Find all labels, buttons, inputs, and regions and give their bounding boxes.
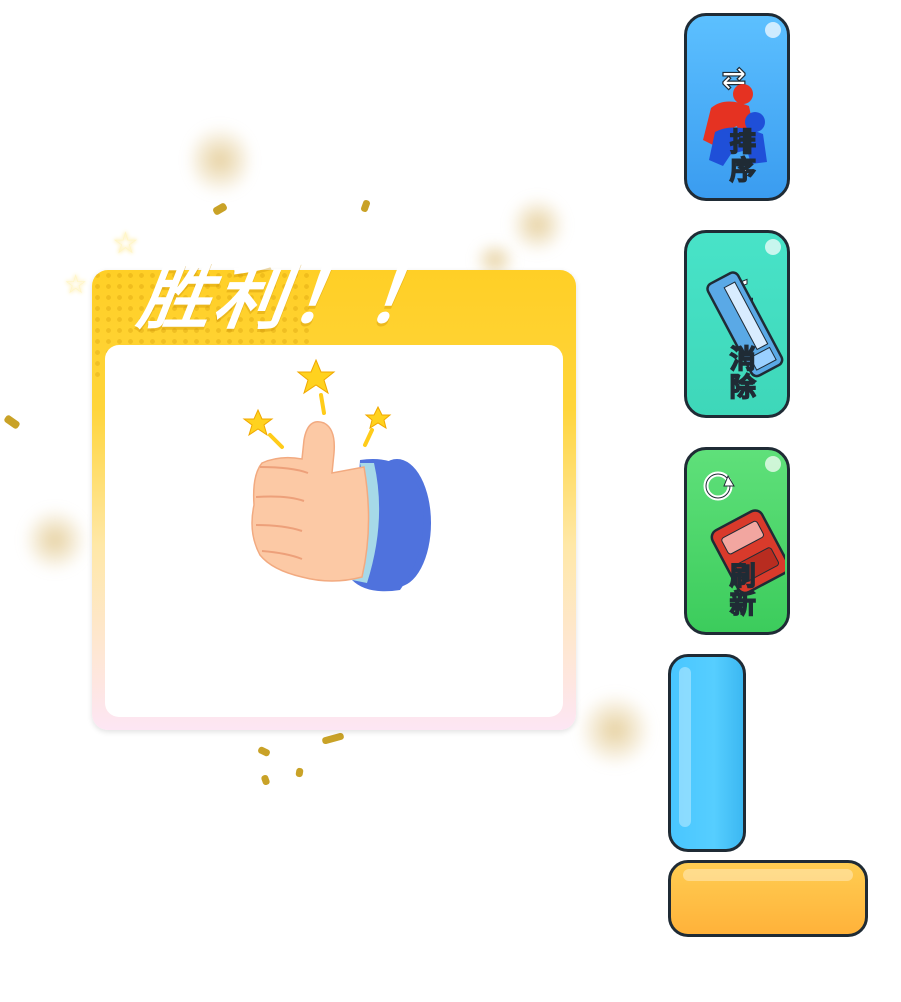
vip-clear-button[interactable]: vip 消除 [684,230,790,418]
sparkle-blur [190,120,250,200]
button-gloss [765,22,781,38]
confetti-piece [360,199,371,213]
vip-clear-button-label: 消除 [724,344,756,402]
blue-block[interactable] [668,654,746,852]
yellow-block[interactable] [668,860,868,937]
star-icon: ☆ [64,270,88,300]
game-screen: ☆ ☆ 胜利！！ ⇅ 排序 vip [0,0,901,1002]
button-gloss [765,239,781,255]
sparkle-blur [25,505,85,575]
confetti-piece [295,767,304,778]
star-icon: ☆ [112,226,139,261]
sparkle-blur [580,690,650,770]
thumbs-up-icon [242,358,431,592]
refresh-button[interactable]: 刷新 [684,447,790,635]
sparkle-blur [510,195,565,255]
block-shine [679,667,691,827]
confetti-piece [257,745,271,758]
confetti-piece [211,202,229,216]
block-shine [683,869,853,881]
confetti-piece [321,732,345,745]
refresh-button-label: 刷新 [724,561,756,619]
button-gloss [765,456,781,472]
confetti-piece [260,774,271,786]
sort-button-label: 排序 [724,127,756,185]
sort-button[interactable]: ⇅ 排序 [684,13,790,201]
confetti-piece [3,414,21,430]
victory-title: 胜利！！ [133,255,450,339]
